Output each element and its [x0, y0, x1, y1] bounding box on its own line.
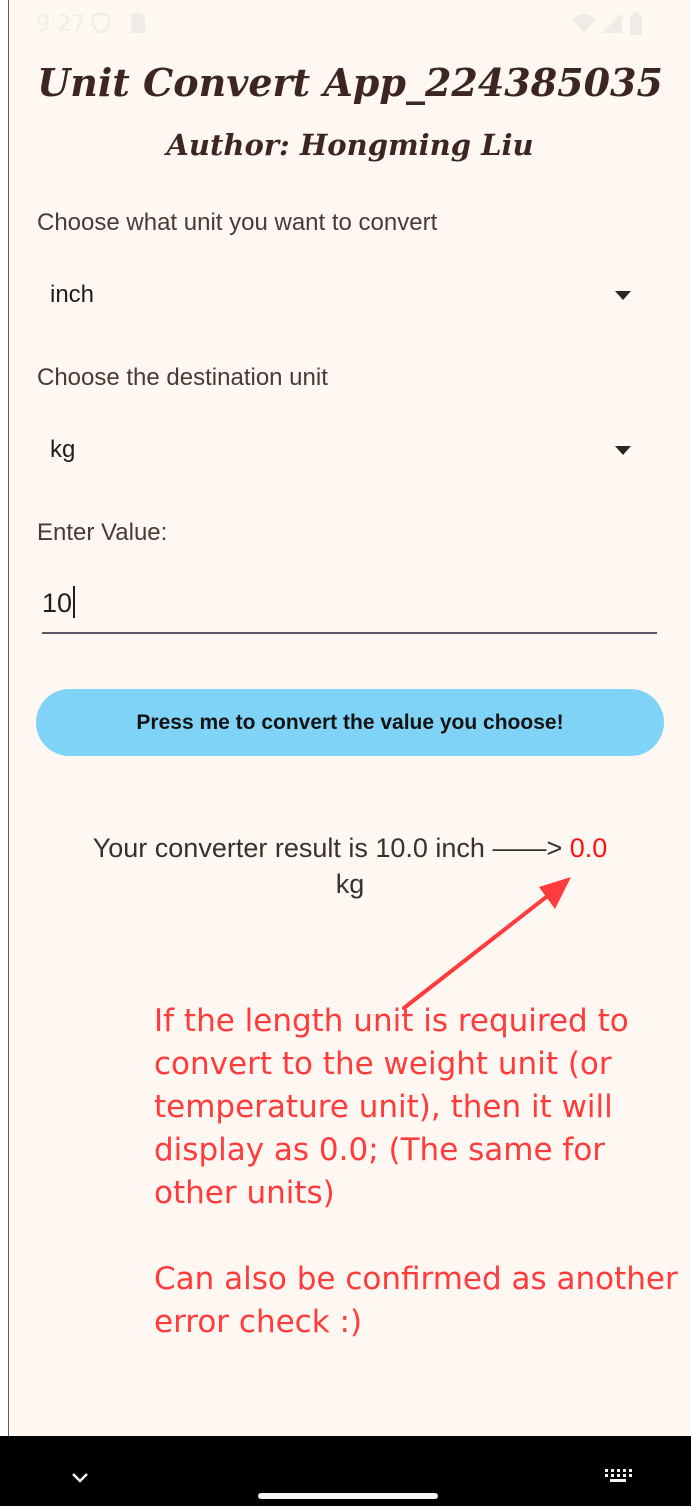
author-label: Author: Hongming Liu	[166, 128, 534, 162]
destination-unit-value: kg	[50, 436, 76, 463]
status-time: 9:27	[36, 12, 86, 37]
keyboard-icon[interactable]	[604, 1468, 632, 1488]
sim-card-icon	[129, 12, 149, 34]
value-input-field[interactable]: 10	[42, 580, 657, 634]
signal-icon	[601, 12, 622, 34]
dropdown-arrow-icon	[615, 291, 631, 300]
result-unit: kg	[335, 869, 365, 899]
dropdown-arrow-icon	[615, 446, 631, 455]
annotation-text-1: If the length unit is required to conver…	[154, 1003, 629, 1211]
status-bar: 9:27	[9, 0, 691, 50]
annotation-note: If the length unit is required to conver…	[154, 1000, 684, 1344]
annotation-arrow-icon	[402, 877, 571, 1010]
shield-icon	[91, 11, 111, 35]
value-input-label: Enter Value:	[37, 519, 168, 546]
annotation-text-2: Can also be confirmed as another error c…	[154, 1261, 678, 1340]
app-screen: 9:27 Unit Convert App_224385035 Author: …	[8, 0, 691, 1506]
result-value: 0.0	[569, 833, 608, 863]
value-input-current: 10	[42, 588, 73, 618]
navigation-bar	[0, 1436, 691, 1506]
destination-unit-dropdown[interactable]: kg	[37, 422, 659, 478]
wifi-icon	[571, 12, 596, 34]
source-unit-value: inch	[50, 281, 95, 308]
value-input-text[interactable]: 10	[42, 586, 76, 619]
text-cursor	[73, 586, 76, 618]
result-prefix: Your converter result is 10.0 inch ——>	[92, 833, 570, 863]
source-unit-label: Choose what unit you want to convert	[37, 209, 438, 236]
home-gesture-bar[interactable]	[258, 1493, 438, 1499]
source-unit-dropdown[interactable]: inch	[37, 267, 659, 323]
battery-icon	[629, 12, 649, 35]
app-title: Unit Convert App_224385035	[37, 60, 663, 105]
convert-button[interactable]: Press me to convert the value you choose…	[36, 689, 664, 756]
destination-unit-label: Choose the destination unit	[37, 364, 328, 391]
chevron-down-icon[interactable]	[70, 1470, 90, 1489]
